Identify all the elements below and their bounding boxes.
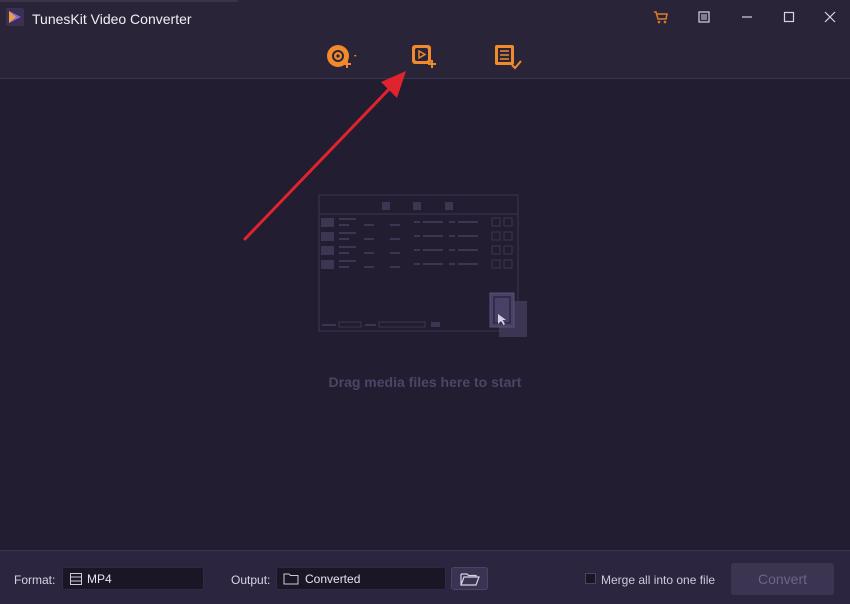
format-label: Format: [14,573,56,587]
add-dvd-button[interactable] [322,40,358,72]
minimize-button[interactable] [733,6,761,28]
tuneskit-logo-icon [6,8,24,26]
converted-list-button[interactable] [489,40,525,72]
close-icon [824,11,836,23]
merge-checkbox[interactable] [585,573,596,584]
format-selector[interactable]: MP4 [62,567,204,590]
menu-button[interactable] [690,6,718,28]
minimize-icon [742,16,752,18]
drop-zone[interactable]: Drag media files here to start [0,79,850,550]
output-path-field[interactable]: Converted [276,567,446,590]
window-top-edge [0,0,238,2]
title-bar: TunesKit Video Converter [0,0,850,36]
format-value: MP4 [87,571,112,586]
toolbar [0,36,850,79]
video-file-icon [70,572,82,585]
merge-label: Merge all into one file [601,573,716,587]
converted-list-icon [495,45,522,70]
convert-button[interactable]: Convert [731,563,834,595]
maximize-icon [783,11,795,23]
cart-button[interactable] [647,6,675,28]
drop-hint: Drag media files here to start [328,374,522,390]
output-value: Converted [305,571,361,586]
cart-icon [654,11,668,24]
maximize-button[interactable] [775,6,803,28]
close-button[interactable] [816,6,844,28]
app-title: TunesKit Video Converter [32,11,192,27]
browse-output-button[interactable] [451,567,488,590]
folder-icon [283,573,299,585]
add-files-button[interactable] [405,40,441,72]
drop-illustration [318,194,527,337]
open-folder-icon [459,572,480,586]
bottom-bar: Format: MP4 Output: Converted Merge all … [0,550,850,604]
add-dvd-icon [327,45,357,68]
menu-icon [698,11,710,23]
output-label: Output: [231,573,271,587]
add-files-icon [412,45,436,68]
